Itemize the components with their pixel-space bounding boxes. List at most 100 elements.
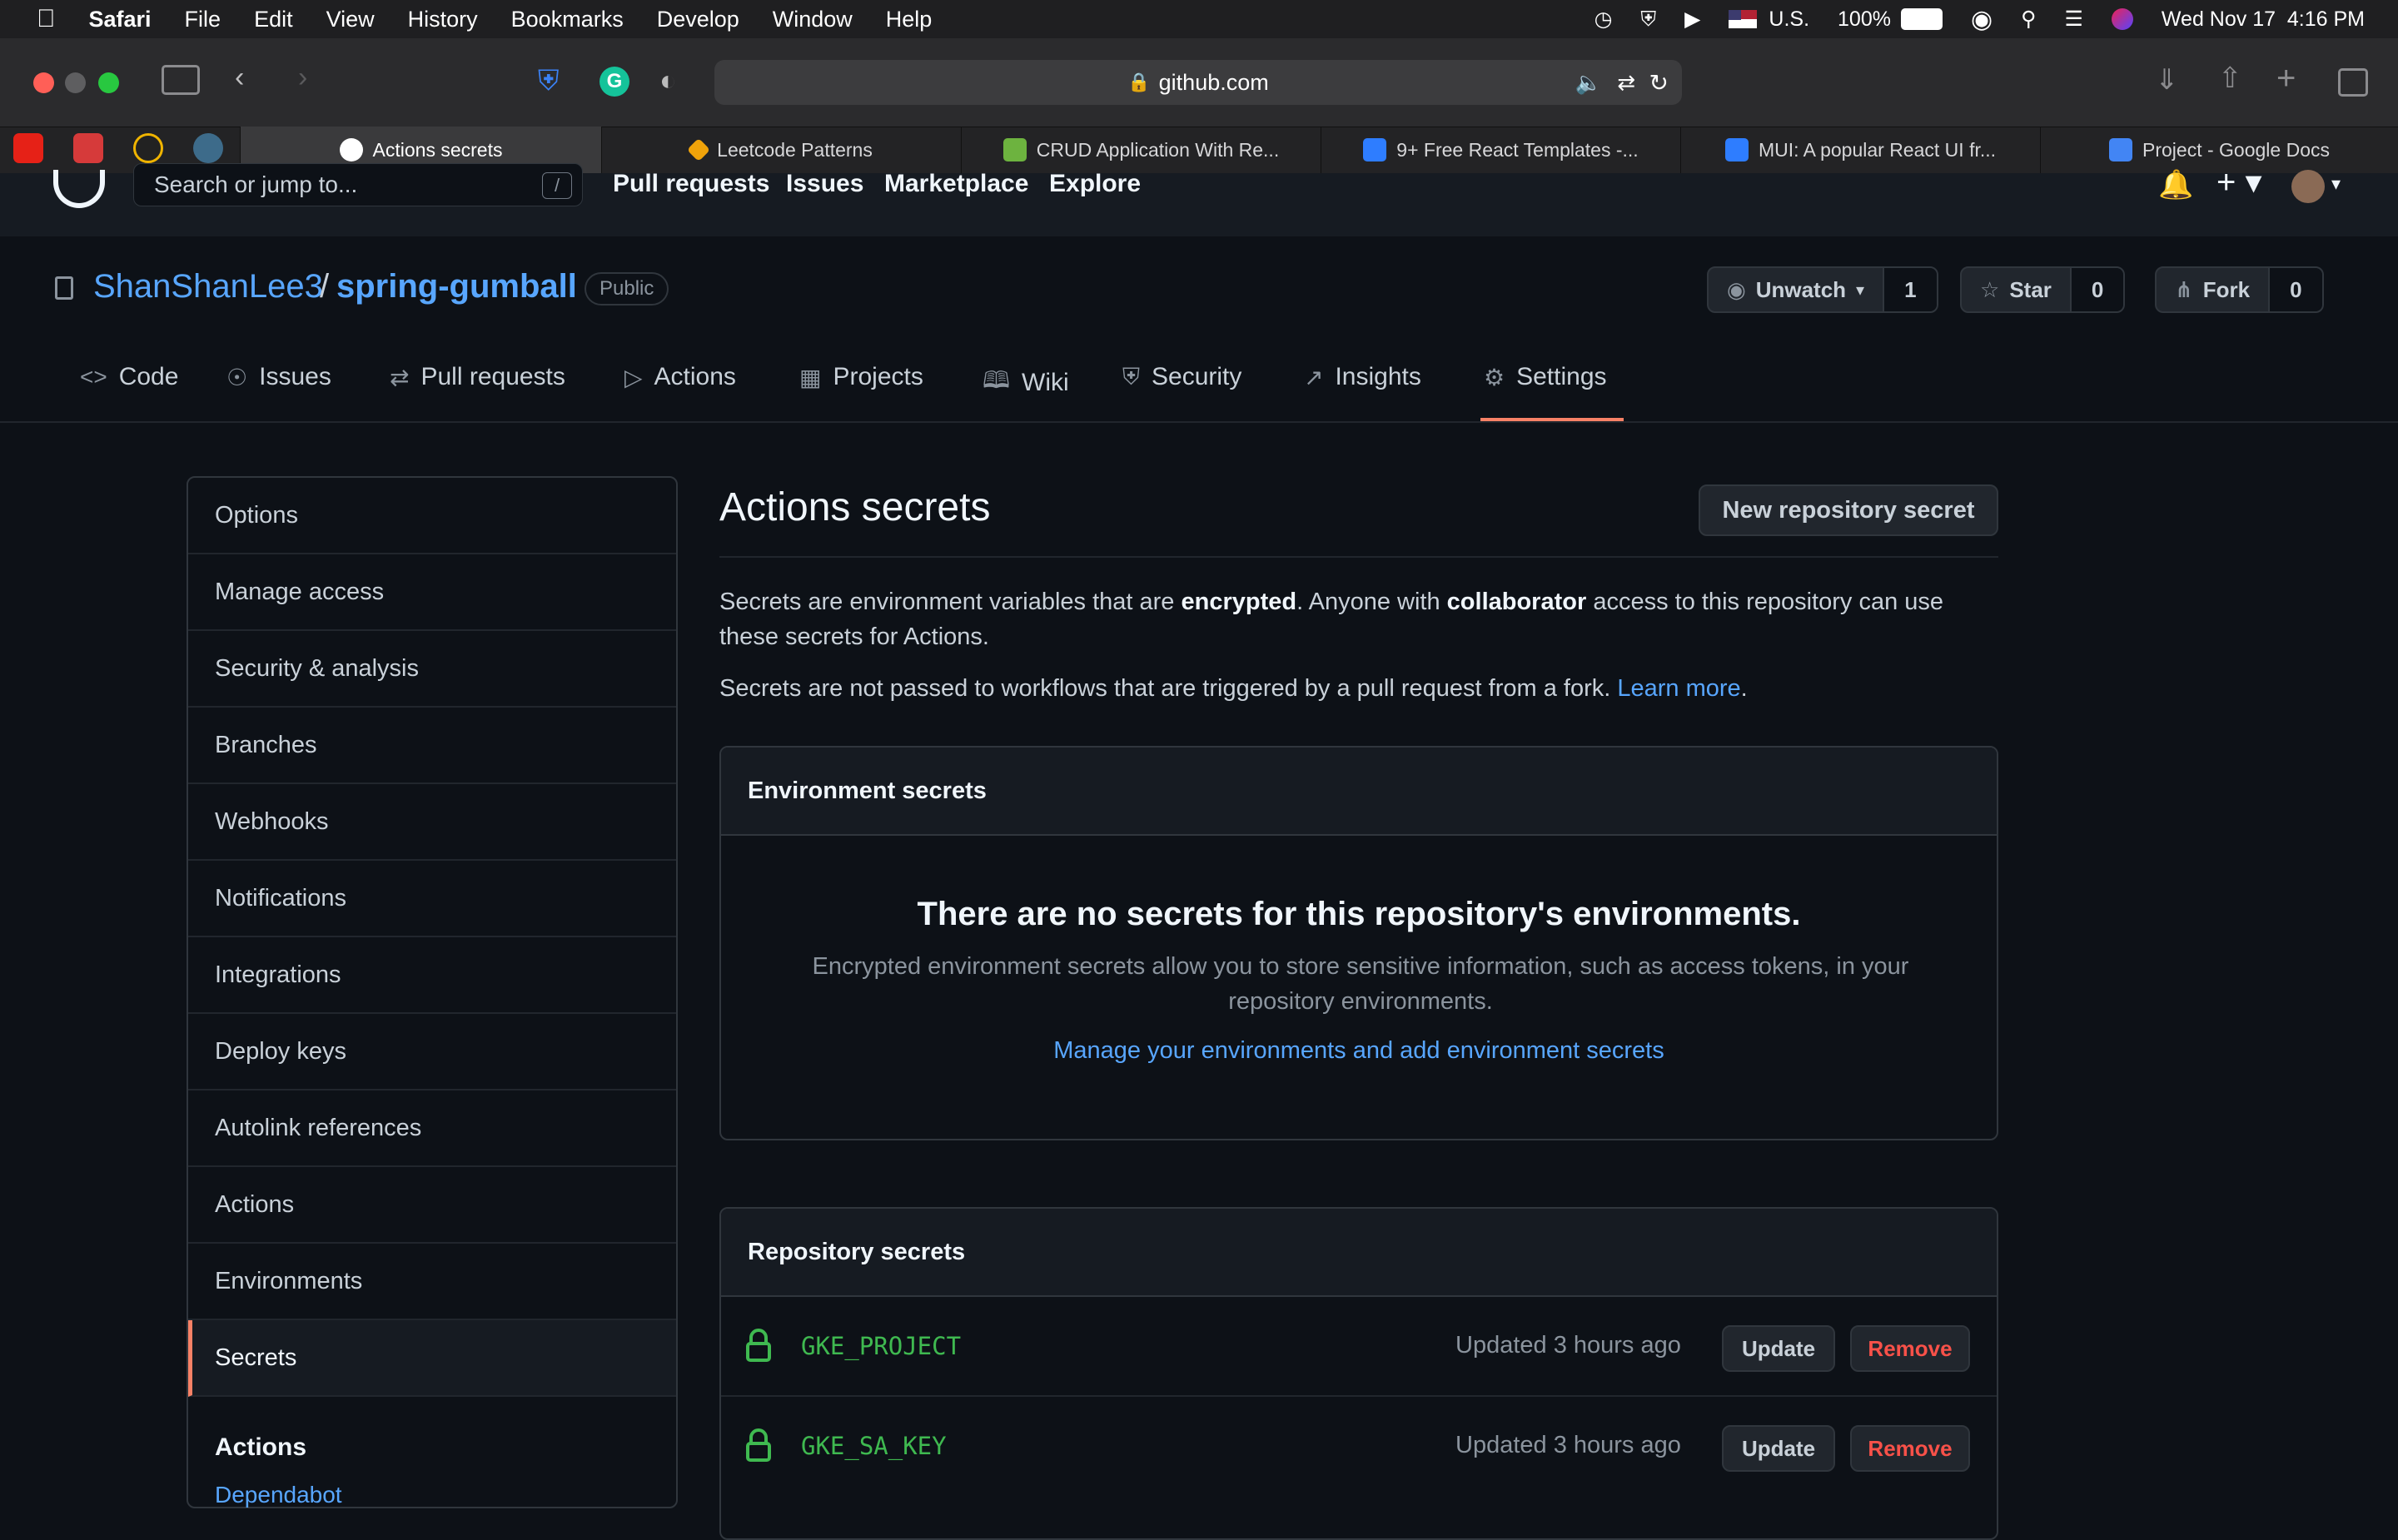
repo-name-link[interactable]: spring-gumball <box>336 268 577 306</box>
url-text[interactable]: github.com <box>1159 70 1269 96</box>
sidebar-item-deploy-keys[interactable]: Deploy keys <box>188 1014 676 1090</box>
avatar[interactable] <box>2291 170 2325 203</box>
forward-icon[interactable]: › <box>298 62 307 94</box>
pinned-tab-icon[interactable] <box>73 133 103 163</box>
repo-owner-link[interactable]: ShanShanLee3 <box>93 268 323 306</box>
tab-insights[interactable]: ↗ Insights <box>1304 363 1421 391</box>
tab-overview-icon[interactable] <box>2338 68 2368 97</box>
menu-bookmarks[interactable]: Bookmarks <box>511 7 624 32</box>
unwatch-button[interactable]: ◉ Unwatch ▾ <box>1709 268 1885 311</box>
tab-wiki[interactable]: 🕮 Wiki <box>983 363 1069 403</box>
sidebar-item-environments[interactable]: Environments <box>188 1244 676 1320</box>
book-icon: 🕮 <box>983 367 1011 393</box>
sidebar-item-webhooks[interactable]: Webhooks <box>188 784 676 861</box>
update-secret-button[interactable]: Update <box>1722 1325 1835 1372</box>
tab-actions[interactable]: ▷ Actions <box>624 363 736 391</box>
environment-secrets-box: Environment secrets There are no secrets… <box>719 746 1998 1140</box>
sidebar-item-secrets[interactable]: Secrets <box>188 1320 676 1397</box>
tab-mui[interactable]: MUI: A popular React UI fr... <box>1680 127 2040 173</box>
menu-app-name[interactable]: Safari <box>89 7 152 32</box>
manage-environments-link[interactable]: Manage your environments and add environ… <box>721 1037 1997 1065</box>
tab-code[interactable]: <> Code <box>80 363 178 391</box>
minimize-window-button[interactable] <box>65 72 86 93</box>
star-button[interactable]: ☆ Star <box>1962 268 2072 311</box>
sidebar-item-security-analysis[interactable]: Security & analysis <box>188 631 676 708</box>
address-bar[interactable]: 🔒 github.com 🔈 ⇄ ↻ <box>714 60 1682 105</box>
battery-icon[interactable] <box>1900 8 1943 30</box>
menu-history[interactable]: History <box>408 7 478 32</box>
bell-icon[interactable]: 🔔 <box>2158 168 2193 201</box>
avatar-caret-icon[interactable]: ▾ <box>2331 173 2341 195</box>
privacy-extension-icon[interactable]: ◐ <box>659 65 677 97</box>
sidebar-item-actions[interactable]: Actions <box>188 1167 676 1244</box>
nav-explore[interactable]: Explore <box>1049 170 1141 198</box>
tab-react-templates[interactable]: 9+ Free React Templates -... <box>1321 127 1680 173</box>
fork-count[interactable]: 0 <box>2270 268 2322 311</box>
sidebar-item-dependabot[interactable]: Dependabot <box>215 1482 342 1508</box>
downloads-icon[interactable]: ⇓ <box>2155 63 2179 97</box>
fork-button[interactable]: ⋔ Fork <box>2157 268 2271 311</box>
fork-note-paragraph: Secrets are not passed to workflows that… <box>719 675 1748 702</box>
tab-crud-application[interactable]: CRUD Application With Re... <box>961 127 1321 173</box>
sidebar-toggle-icon[interactable] <box>162 65 200 95</box>
reload-icon[interactable]: ↻ <box>1649 69 1669 97</box>
learn-more-link[interactable]: Learn more <box>1617 675 1740 702</box>
pinned-youtube-icon[interactable] <box>13 133 43 163</box>
tab-pull-requests[interactable]: ⇄ Pull requests <box>390 363 565 391</box>
bitwarden-extension-icon[interactable]: ⛨ <box>538 65 560 97</box>
sidebar-item-integrations[interactable]: Integrations <box>188 937 676 1014</box>
watch-count[interactable]: 1 <box>1884 268 1937 311</box>
pinned-tab-icon[interactable] <box>193 133 223 163</box>
sidebar-item-manage-access[interactable]: Manage access <box>188 554 676 631</box>
flag-icon[interactable] <box>1729 10 1758 28</box>
tab-security[interactable]: ⛨ Security <box>1122 363 1241 391</box>
tab-settings[interactable]: ⚙ Settings <box>1484 363 1607 391</box>
nav-marketplace[interactable]: Marketplace <box>884 170 1028 198</box>
translate-icon[interactable]: ⇄ <box>1617 70 1635 96</box>
spotlight-search-icon[interactable]: ⚲ <box>2021 7 2036 32</box>
back-icon[interactable]: ‹ <box>235 62 244 94</box>
siri-icon[interactable] <box>2111 8 2133 30</box>
menu-edit[interactable]: Edit <box>254 7 293 32</box>
time-machine-icon[interactable]: ◷ <box>1595 7 1613 32</box>
nav-pull-requests[interactable]: Pull requests <box>613 170 769 198</box>
star-count[interactable]: 0 <box>2071 268 2124 311</box>
sidebar-item-branches[interactable]: Branches <box>188 708 676 784</box>
share-icon[interactable]: ⇧ <box>2218 62 2242 95</box>
sidebar-item-autolink-references[interactable]: Autolink references <box>188 1090 676 1167</box>
control-center-icon[interactable]: ☰ <box>2064 7 2082 32</box>
play-icon[interactable]: ▶ <box>1684 7 1700 32</box>
input-source-label[interactable]: U.S. <box>1769 7 1809 32</box>
vpn-shield-icon[interactable]: ⛨ <box>1640 7 1656 32</box>
apple-icon[interactable]:  <box>37 5 56 33</box>
menu-help[interactable]: Help <box>886 7 933 32</box>
search-input[interactable]: Search or jump to... / <box>133 163 583 206</box>
nav-issues[interactable]: Issues <box>786 170 863 198</box>
pinned-tab-icon[interactable] <box>133 133 163 163</box>
grammarly-extension-icon[interactable]: G <box>600 67 629 97</box>
menu-file[interactable]: File <box>185 7 221 32</box>
sidebar-item-notifications[interactable]: Notifications <box>188 861 676 937</box>
tab-leetcode-patterns[interactable]: Leetcode Patterns <box>601 127 961 173</box>
new-repository-secret-button[interactable]: New repository secret <box>1699 484 1998 536</box>
audio-icon[interactable]: 🔈 <box>1575 70 1602 96</box>
zoom-window-button[interactable] <box>98 72 119 93</box>
close-window-button[interactable] <box>33 72 54 93</box>
menu-view[interactable]: View <box>326 7 375 32</box>
sidebar-section-heading: Actions <box>215 1433 307 1461</box>
visibility-badge: Public <box>585 272 669 306</box>
new-tab-icon[interactable]: + <box>2276 60 2296 97</box>
wifi-icon[interactable]: ◉ <box>1971 5 1993 34</box>
menu-develop[interactable]: Develop <box>657 7 739 32</box>
clock-datetime[interactable]: Wed Nov 17 4:16 PM <box>2162 7 2365 32</box>
remove-secret-button[interactable]: Remove <box>1850 1425 1970 1472</box>
environment-secrets-heading: Environment secrets <box>721 748 1997 836</box>
remove-secret-button[interactable]: Remove <box>1850 1325 1970 1372</box>
create-new-icon[interactable]: + ▾ <box>2216 163 2262 201</box>
menu-window[interactable]: Window <box>773 7 853 32</box>
tab-issues[interactable]: ☉ Issues <box>226 363 331 391</box>
sidebar-item-options[interactable]: Options <box>188 478 676 554</box>
tab-projects[interactable]: ▦ Projects <box>799 363 923 391</box>
secret-name: GKE_SA_KEY <box>801 1432 947 1460</box>
update-secret-button[interactable]: Update <box>1722 1425 1835 1472</box>
